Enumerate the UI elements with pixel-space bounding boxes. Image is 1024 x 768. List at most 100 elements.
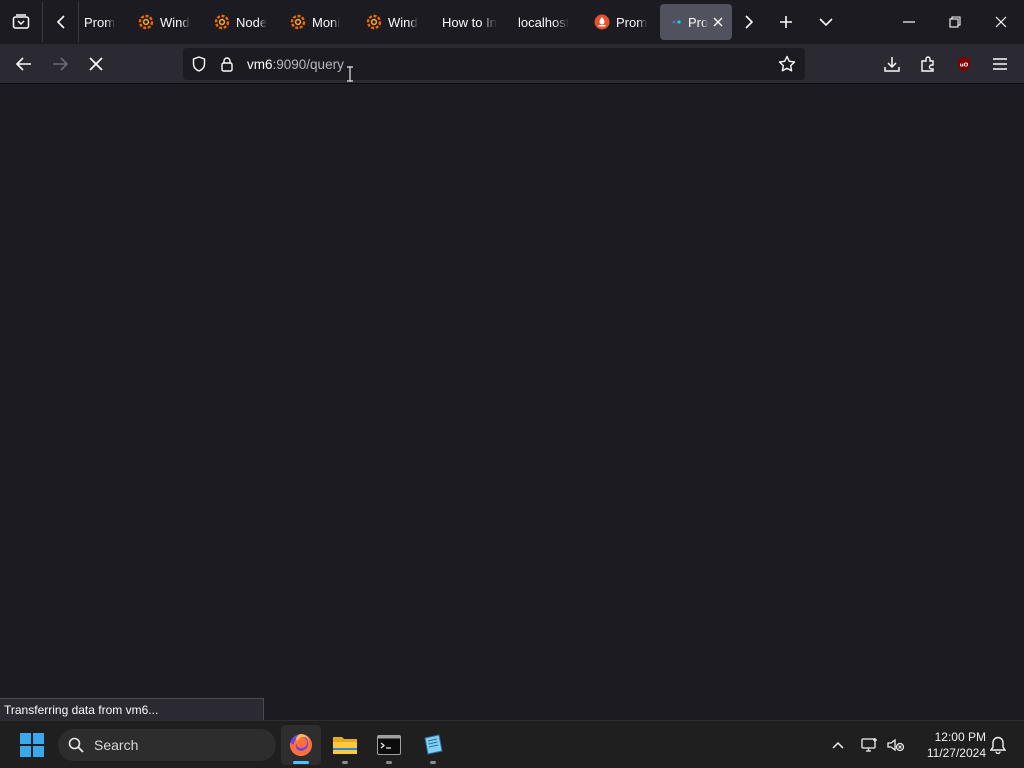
star-icon (778, 55, 796, 72)
running-indicator (293, 761, 309, 764)
clock-date: 11/27/2024 (926, 746, 986, 760)
scroll-tabs-left-button[interactable] (48, 6, 74, 38)
hamburger-menu-icon (993, 58, 1007, 70)
tab-0[interactable]: Prom (78, 4, 132, 40)
terminal-icon (377, 735, 401, 755)
clock-time: 12:00 PM (934, 730, 986, 744)
arrow-left-icon (16, 57, 31, 71)
taskbar-app-firefox[interactable] (281, 725, 321, 765)
tab-label: Prom (84, 14, 116, 30)
network-monitor-icon (861, 738, 877, 752)
list-all-tabs-button[interactable] (810, 6, 842, 38)
tab-label: Pro (688, 14, 709, 30)
close-window-button[interactable] (980, 6, 1022, 38)
scroll-tabs-right-button[interactable] (736, 6, 762, 38)
tab-3[interactable]: Moni (284, 4, 352, 40)
tab-5[interactable]: How to In (436, 4, 506, 40)
taskbar-app-file-explorer[interactable] (325, 725, 365, 765)
network-button[interactable] (858, 733, 882, 757)
chevron-right-icon (745, 15, 754, 29)
tab-active[interactable]: Pro (660, 4, 732, 40)
downloads-button[interactable] (876, 48, 908, 80)
tab-label: Prom (616, 14, 648, 30)
taskbar-app-notepad[interactable] (413, 725, 453, 765)
back-button[interactable] (8, 48, 40, 80)
tab-label: Moni (312, 14, 341, 30)
url-host: vm6 (247, 56, 273, 72)
new-tab-button[interactable] (770, 6, 802, 38)
lock-icon (221, 57, 233, 72)
volume-button[interactable] (884, 733, 908, 757)
grafana-icon (214, 14, 230, 30)
tab-label: localhost (518, 14, 570, 30)
tab-strip: Prom Wind Node Moni Wind How to In local… (0, 0, 1024, 44)
shield-icon (192, 56, 206, 72)
loading-dot-icon (672, 20, 681, 24)
plus-icon (780, 16, 792, 28)
grafana-icon (366, 14, 382, 30)
tab-label: Wind (388, 14, 418, 30)
show-hidden-icons-button[interactable] (826, 733, 850, 757)
url-path: :9090/query (272, 56, 344, 72)
puzzle-piece-icon (921, 56, 934, 72)
status-panel: Transferring data from vm6... (0, 698, 264, 720)
forward-button[interactable] (44, 48, 76, 80)
system-clock[interactable]: 12:00 PM 11/27/2024 (914, 729, 986, 761)
chevron-down-icon (819, 18, 833, 27)
minimize-icon (903, 21, 915, 23)
search-icon (68, 737, 84, 753)
stop-icon (89, 57, 103, 71)
grafana-icon (290, 14, 306, 30)
tab-2[interactable]: Node (208, 4, 276, 40)
close-icon (713, 17, 723, 27)
address-bar[interactable]: vm6:9090/query (183, 48, 805, 80)
bookmark-button[interactable] (773, 48, 801, 80)
ublock-origin-button[interactable]: uO (948, 48, 980, 80)
tab-7[interactable]: Prom (588, 4, 656, 40)
running-indicator (386, 761, 392, 764)
svg-text:uO: uO (960, 63, 969, 69)
speaker-muted-icon (887, 738, 905, 752)
chevron-left-icon (56, 15, 65, 29)
tab-label: Wind (160, 14, 190, 30)
file-explorer-icon (333, 737, 357, 754)
notepad-icon (424, 734, 443, 755)
tab-label: How to In (442, 14, 497, 30)
tab-label: Node (236, 14, 268, 30)
taskbar-app-terminal[interactable] (369, 725, 409, 765)
firefox-view-button[interactable] (2, 6, 40, 38)
search-label: Search (94, 737, 139, 753)
tracking-protection-button[interactable] (185, 48, 213, 80)
notifications-button[interactable] (986, 733, 1010, 757)
divider (42, 2, 43, 42)
stop-loading-button[interactable] (80, 48, 112, 80)
firefox-icon (289, 734, 312, 756)
grafana-icon (138, 14, 154, 30)
extensions-button[interactable] (912, 48, 944, 80)
text-cursor-icon (347, 66, 353, 82)
taskbar-search[interactable]: Search (58, 729, 276, 761)
windows-logo-icon (20, 733, 44, 757)
bell-icon (990, 736, 1006, 754)
page-content: Transferring data from vm6... (0, 85, 1024, 720)
navigation-toolbar: vm6:9090/query uO (0, 44, 1024, 84)
tab-6[interactable]: localhost (512, 4, 582, 40)
running-indicator (430, 761, 436, 764)
arrow-right-icon (53, 57, 68, 71)
url-text: vm6:9090/query (247, 57, 344, 72)
chevron-up-icon (832, 741, 844, 749)
app-menu-button[interactable] (984, 48, 1016, 80)
tab-1[interactable]: Wind (132, 4, 200, 40)
windows-taskbar: Search 12:00 PM 11/27/2024 (0, 720, 1024, 768)
prometheus-icon (594, 14, 610, 30)
download-icon (884, 57, 900, 72)
close-tab-button[interactable] (710, 14, 726, 30)
ublock-icon: uO (958, 57, 970, 71)
firefox-view-icon (12, 14, 30, 29)
minimize-button[interactable] (888, 6, 930, 38)
start-button[interactable] (14, 731, 50, 759)
site-info-button[interactable] (213, 48, 241, 80)
close-icon (995, 16, 1007, 28)
tab-4[interactable]: Wind (360, 4, 428, 40)
restore-button[interactable] (934, 6, 976, 38)
